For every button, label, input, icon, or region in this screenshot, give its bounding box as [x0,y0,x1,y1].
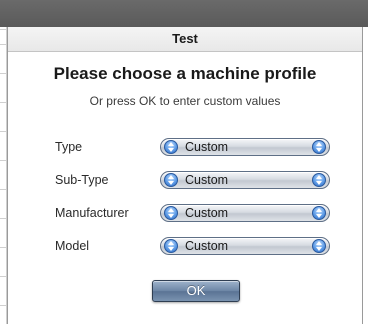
window-top-bar [0,0,368,27]
ok-button[interactable]: OK [152,280,240,302]
sub-type-popup[interactable]: Custom [160,171,330,189]
model-popup-value: Custom [185,239,229,253]
screen: Test Please choose a machine profile Or … [0,0,368,324]
type-label: Type [55,140,83,154]
model-label: Model [55,239,90,253]
up-down-arrows-icon [164,206,178,220]
left-rail [0,27,7,324]
sub-type-label: Sub-Type [55,173,109,187]
dialog-title: Test [8,27,362,52]
type-popup[interactable]: Custom [160,138,330,156]
up-down-arrows-icon [312,239,326,253]
up-down-arrows-icon [164,239,178,253]
manufacturer-label: Manufacturer [55,206,129,220]
manufacturer-popup[interactable]: Custom [160,204,330,222]
type-popup-value: Custom [185,140,229,154]
machine-profile-dialog: Test Please choose a machine profile Or … [7,27,363,324]
dialog-heading: Please choose a machine profile [53,64,317,83]
model-popup[interactable]: Custom [160,237,330,255]
up-down-arrows-icon [312,206,326,220]
up-down-arrows-icon [312,140,326,154]
up-down-arrows-icon [164,140,178,154]
up-down-arrows-icon [164,173,178,187]
ok-button-label: OK [186,283,206,298]
sub-type-popup-value: Custom [185,173,229,187]
right-rail [363,27,368,324]
dialog-subheading: Or press OK to enter custom values [89,94,281,108]
up-down-arrows-icon [312,173,326,187]
manufacturer-popup-value: Custom [185,206,229,220]
